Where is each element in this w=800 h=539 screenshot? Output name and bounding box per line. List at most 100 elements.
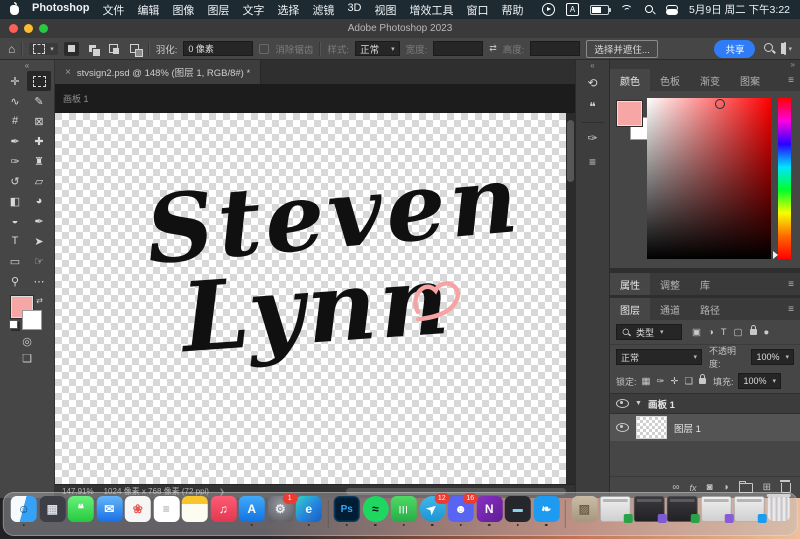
menu-item-1[interactable]: 文件 [102,2,124,18]
shape-tool[interactable]: ▭ [3,251,27,271]
artboard-label[interactable]: 画板 1 [63,92,89,105]
antialias-checkbox[interactable] [259,44,269,54]
object-selection-tool[interactable]: ✎ [27,91,51,111]
zoom-tool[interactable]: ⚲ [3,271,27,291]
frame-tool[interactable]: ⊠ [27,111,51,131]
minimize-window-button[interactable] [24,24,33,33]
layers-tab-图层[interactable]: 图层 [610,298,650,320]
filter-shape-layers-icon[interactable]: ▢ [734,327,743,338]
visibility-eye-icon[interactable] [616,399,629,408]
home-icon[interactable]: ⌂ [8,42,15,56]
properties-tab-调整[interactable]: 调整 [650,273,690,295]
new-group-icon[interactable] [739,483,753,493]
menu-item-11[interactable]: 窗口 [467,2,489,18]
share-button[interactable]: 共享 [714,40,755,58]
screen-record-icon[interactable] [542,3,555,16]
opacity-select[interactable]: 100% [751,349,794,365]
width-input[interactable] [433,41,483,56]
properties-tab-属性[interactable]: 属性 [610,273,650,295]
dock-telegram[interactable]: ➤12 [419,496,445,526]
filter-pixel-layers-icon[interactable]: ▣ [692,327,701,338]
workspace-switcher[interactable] [784,43,792,54]
history-panel-icon[interactable]: ⟲ [581,71,605,95]
crop-tool[interactable]: # [3,111,27,131]
default-colors-icon[interactable] [9,320,18,329]
background-color-swatch[interactable] [22,310,42,330]
dock-edge[interactable]: e [296,496,322,526]
vertical-scrollbar[interactable] [566,113,575,484]
menu-item-3[interactable]: 图像 [172,2,194,18]
dock-twitter[interactable]: ❧ [533,496,559,526]
expand-panels-icon[interactable]: » [791,60,795,69]
lasso-tool[interactable]: ∿ [3,91,27,111]
lock-artboard-icon[interactable]: ❏ [684,376,693,387]
lock-image-pixels-icon[interactable]: ✑ [657,376,665,387]
dock-mail[interactable]: ✉ [96,496,122,526]
menu-item-9[interactable]: 视图 [375,2,397,18]
color-tab-图案[interactable]: 图案 [730,69,770,91]
intersect-selection-mode[interactable] [127,42,142,56]
delete-layer-icon[interactable] [781,483,791,493]
menu-item-7[interactable]: 滤镜 [312,2,334,18]
eyedropper-tool[interactable]: ✒ [3,131,27,151]
blend-mode-select[interactable]: 正常 [616,349,702,365]
menu-item-0[interactable]: Photoshop [32,2,89,18]
visibility-eye-icon[interactable] [616,423,629,432]
close-tab-icon[interactable]: × [65,67,71,78]
dock-stats[interactable]: ||| [391,496,417,526]
layers-tab-通道[interactable]: 通道 [650,298,690,320]
hue-pointer[interactable] [773,251,778,259]
brush-settings-panel-icon[interactable]: ✑ [581,126,605,150]
dock-settings[interactable]: ⚙1 [267,496,293,526]
panel-foreground-swatch[interactable] [617,101,642,126]
dock-spotify[interactable]: ≈ [362,496,388,526]
dock-downloads[interactable]: ▨ [571,496,597,526]
toolbar-collapse-icon[interactable]: « [25,61,29,71]
swap-dimensions-icon[interactable]: ⇄ [489,43,497,54]
lock-all-icon[interactable] [699,378,706,384]
layers-panel-menu-icon[interactable]: ≡ [782,304,800,315]
battery-icon[interactable] [590,5,609,15]
brush-tool[interactable]: ✑ [3,151,27,171]
style-select[interactable]: 正常 [355,41,400,56]
layer-effects-icon[interactable]: fx [690,483,697,493]
dock-minimized-window-5[interactable] [734,496,765,526]
menu-item-8[interactable]: 3D [347,2,361,18]
menubar-clock[interactable]: 5月9日 周二 下午3:22 [689,2,790,17]
chevron-down-icon[interactable]: ▼ [635,400,642,407]
input-source-icon[interactable]: A [566,3,579,16]
gradient-tool[interactable]: ◧ [3,191,27,211]
screen-mode-icon[interactable]: ❏ [22,352,32,365]
wifi-icon[interactable] [620,5,633,15]
filter-smart-objects-icon[interactable] [750,329,757,335]
dock-minimized-window-4[interactable] [700,496,731,526]
filter-flag-icon[interactable]: ● [764,327,770,338]
dock-minimized-window-3[interactable] [667,496,698,526]
menu-item-12[interactable]: 帮助 [502,2,524,18]
dock-trash[interactable] [767,496,789,525]
layer-filter-select[interactable]: 类型 [616,324,682,340]
filter-type-layers-icon[interactable]: T [721,327,727,338]
dock-finder[interactable]: ☺ [11,496,37,526]
active-tool-preset[interactable] [29,43,58,55]
layers-tab-路径[interactable]: 路径 [690,298,730,320]
history-brush-tool[interactable]: ↺ [3,171,27,191]
move-tool[interactable]: ✛ [3,71,27,91]
tool-presets-panel-icon[interactable]: ≡ [581,150,605,174]
zoom-window-button[interactable] [39,24,48,33]
dock-discord[interactable]: ☻16 [448,496,474,526]
search-icon[interactable] [764,43,775,54]
document-tab[interactable]: × stvsign2.psd @ 148% (图层 1, RGB/8#) * [55,60,261,84]
layer-row-selected[interactable]: 图层 1 [610,414,800,441]
saturation-brightness-field[interactable] [647,98,771,259]
menu-item-5[interactable]: 文字 [242,2,264,18]
dock-card-app[interactable]: ▬ [505,496,531,526]
quick-mask-icon[interactable]: ◎ [22,335,32,348]
color-tab-颜色[interactable]: 颜色 [610,69,650,91]
healing-brush-tool[interactable]: ✚ [27,131,51,151]
dock-photoshop[interactable]: Ps [334,496,360,526]
pen-tool[interactable]: ✒ [27,211,51,231]
select-and-mask-button[interactable]: 选择并遮住... [586,40,657,58]
properties-panel-menu-icon[interactable]: ≡ [782,279,800,290]
type-tool[interactable]: T [3,231,27,251]
